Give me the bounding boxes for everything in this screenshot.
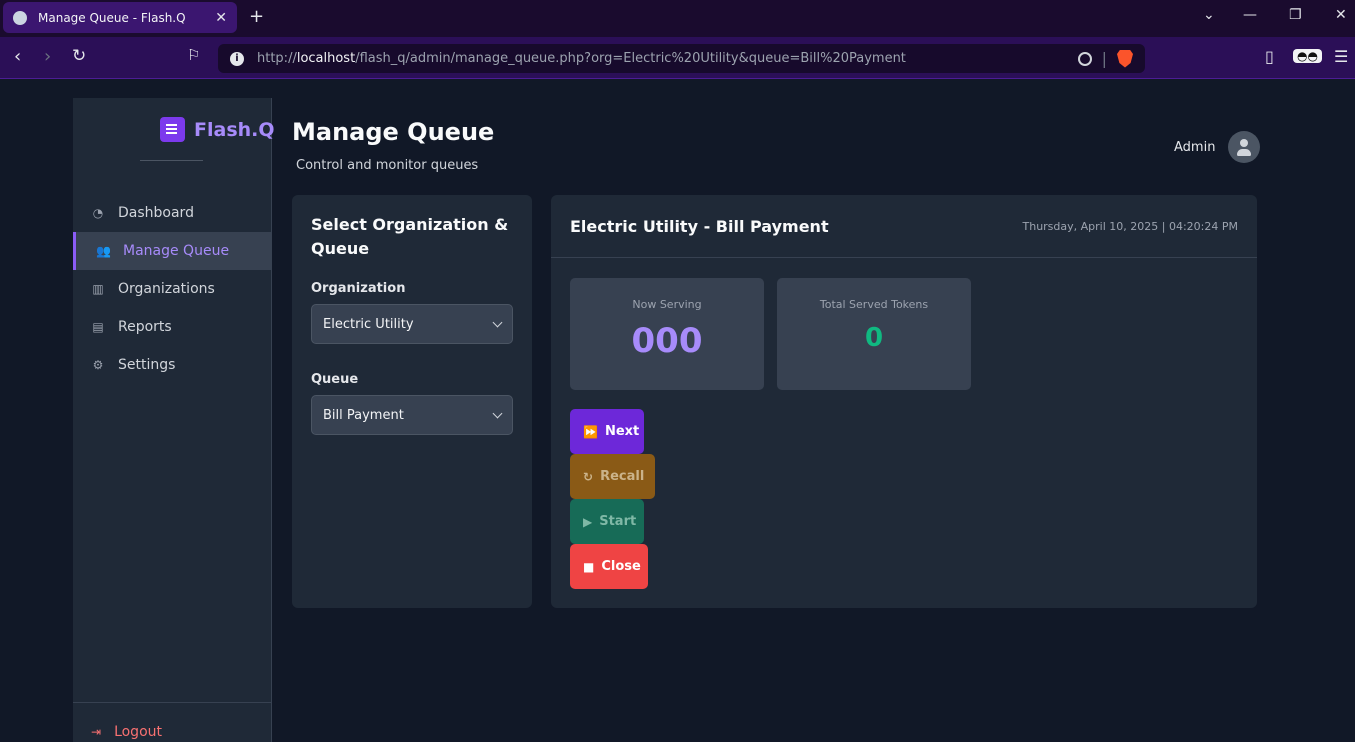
tab-search-icon[interactable]: ⌄ xyxy=(1203,7,1215,23)
browser-tabbar: Manage Queue - Flash.Q ✕ + ⌄ — ❐ ✕ xyxy=(0,0,1355,37)
chevron-down-icon xyxy=(492,408,503,418)
sidebar-item-label: Reports xyxy=(118,319,172,335)
dashboard-icon: ◔ xyxy=(92,206,104,220)
redo-icon: ↻ xyxy=(583,469,594,484)
organization-label: Organization xyxy=(311,281,406,296)
sidebar-item-label: Manage Queue xyxy=(123,243,230,259)
close-window-icon[interactable]: ✕ xyxy=(1335,7,1347,23)
start-label: Start xyxy=(599,514,637,529)
close-label: Close xyxy=(601,559,641,574)
stop-icon: ■ xyxy=(583,559,595,574)
browser-tab[interactable]: Manage Queue - Flash.Q ✕ xyxy=(3,2,237,33)
reload-icon[interactable]: ↻ xyxy=(72,46,86,66)
page-content: Flash.Q ◔ Dashboard 👥 Manage Queue ▥ Org… xyxy=(0,80,1355,742)
sidebar-item-label: Settings xyxy=(118,357,176,373)
brand-name: Flash.Q xyxy=(194,118,275,141)
sidebar-item-settings[interactable]: ⚙ Settings xyxy=(73,346,272,384)
url-text: http://localhost/flash_q/admin/manage_qu… xyxy=(257,51,1078,66)
page-title: Manage Queue xyxy=(292,118,495,146)
page-subtitle: Control and monitor queues xyxy=(296,158,479,173)
url-prefix: http:// xyxy=(257,51,297,66)
globe-icon xyxy=(13,10,27,25)
menu-icon[interactable]: ☰ xyxy=(1334,47,1348,66)
brand-divider xyxy=(140,160,203,161)
sidebar-item-manage-queue[interactable]: 👥 Manage Queue xyxy=(73,232,272,270)
site-info-icon[interactable]: i xyxy=(230,51,244,66)
url-host: localhost xyxy=(296,51,356,66)
now-serving-card: Now Serving 000 xyxy=(570,278,764,390)
users-icon: 👥 xyxy=(96,244,111,258)
total-served-label: Total Served Tokens xyxy=(819,298,929,311)
queue-control-card: Electric Utility - Bill Payment Thursday… xyxy=(551,195,1257,608)
sidebar-item-reports[interactable]: ▤ Reports xyxy=(73,308,272,346)
url-separator: | xyxy=(1101,49,1107,68)
user-menu[interactable]: Admin xyxy=(1174,131,1261,163)
organization-select[interactable]: Electric Utility xyxy=(311,304,513,344)
sidebar-menu: ◔ Dashboard 👥 Manage Queue ▥ Organizatio… xyxy=(73,194,272,384)
recall-button[interactable]: ↻ Recall xyxy=(570,454,655,499)
brave-shield-icon[interactable] xyxy=(1117,49,1133,68)
queue-label: Queue xyxy=(311,372,359,387)
queue-value: Bill Payment xyxy=(323,407,404,423)
start-button[interactable]: ▶ Start xyxy=(570,499,644,544)
chart-icon: ▤ xyxy=(92,320,104,334)
selector-heading: Select Organization & Queue xyxy=(311,215,509,258)
user-name: Admin xyxy=(1174,139,1216,155)
next-label: Next xyxy=(604,424,640,439)
now-serving-label: Now Serving xyxy=(632,298,702,311)
sidebar-item-label: Dashboard xyxy=(118,205,194,221)
queue-selector-card: Select Organization & Queue Organization… xyxy=(292,195,532,608)
new-tab-icon[interactable]: + xyxy=(249,6,264,27)
next-button[interactable]: ⏩ Next xyxy=(570,409,644,454)
close-tab-icon[interactable]: ✕ xyxy=(215,10,227,26)
sidebar-footer: ⇥ Logout xyxy=(73,702,272,742)
close-queue-button[interactable]: ■ Close xyxy=(570,544,648,589)
avatar xyxy=(1228,131,1261,163)
browser-navbar: ‹ › ↻ ⚐ i http://localhost/flash_q/admin… xyxy=(0,37,1355,79)
url-path: /flash_q/admin/manage_queue.php?org=Elec… xyxy=(355,51,906,66)
logout-icon: ⇥ xyxy=(91,725,102,739)
restore-icon[interactable]: ❐ xyxy=(1289,7,1302,23)
logo-icon xyxy=(160,117,185,142)
back-icon[interactable]: ‹ xyxy=(14,46,21,67)
sidebar-item-label: Organizations xyxy=(118,281,215,297)
chevron-down-icon xyxy=(492,317,503,327)
tab-title: Manage Queue - Flash.Q xyxy=(38,10,186,25)
now-serving-value: 000 xyxy=(631,321,703,361)
current-datetime: Thursday, April 10, 2025 | 04:20:24 PM xyxy=(1022,219,1239,233)
minimize-icon[interactable]: — xyxy=(1243,7,1257,23)
bookmark-icon[interactable]: ⚐ xyxy=(187,46,200,64)
queue-control-header: Electric Utility - Bill Payment Thursday… xyxy=(551,195,1257,258)
address-bar[interactable]: i http://localhost/flash_q/admin/manage_… xyxy=(218,44,1145,73)
organization-value: Electric Utility xyxy=(323,316,414,332)
total-served-card: Total Served Tokens 0 xyxy=(777,278,971,390)
sidebar-item-dashboard[interactable]: ◔ Dashboard xyxy=(73,194,272,232)
queue-select[interactable]: Bill Payment xyxy=(311,395,513,435)
sidebar: Flash.Q ◔ Dashboard 👥 Manage Queue ▥ Org… xyxy=(73,98,275,742)
sidebar-item-organizations[interactable]: ▥ Organizations xyxy=(73,270,272,308)
logout-label: Logout xyxy=(114,724,162,740)
logout-link[interactable]: ⇥ Logout xyxy=(91,724,162,740)
queue-title: Electric Utility - Bill Payment xyxy=(570,216,829,236)
building-icon: ▥ xyxy=(92,282,104,296)
play-icon: ▶ xyxy=(583,514,593,529)
forward-icon[interactable]: › xyxy=(44,46,51,67)
recall-label: Recall xyxy=(600,469,645,484)
private-glasses-icon[interactable]: ◓◓ xyxy=(1293,49,1322,63)
sidebar-toggle-icon[interactable]: ▯ xyxy=(1265,47,1274,66)
brand[interactable]: Flash.Q xyxy=(160,117,275,142)
total-served-value: 0 xyxy=(864,323,884,353)
fast-forward-icon: ⏩ xyxy=(583,424,598,439)
gear-icon: ⚙ xyxy=(92,358,104,372)
zoom-icon[interactable] xyxy=(1077,51,1092,66)
